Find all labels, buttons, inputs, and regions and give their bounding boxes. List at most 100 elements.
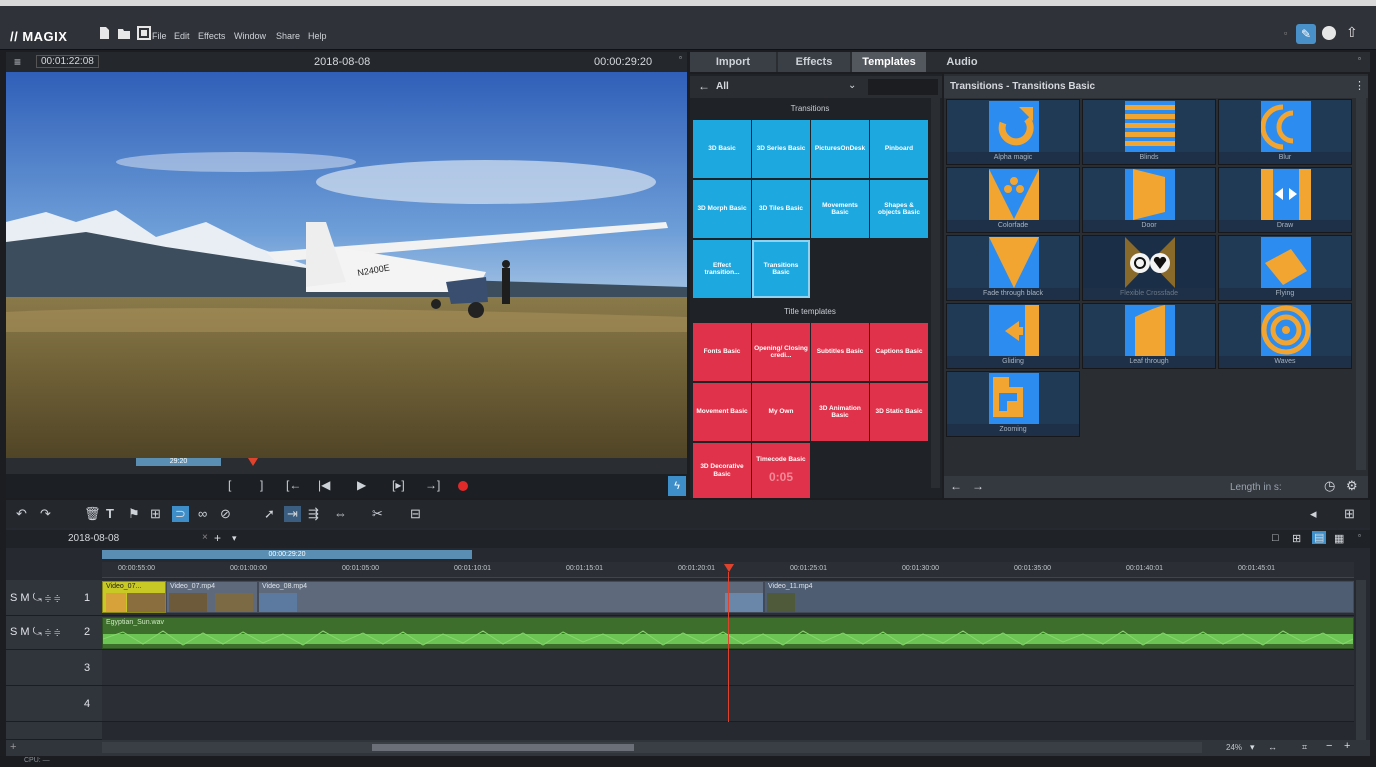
playhead-marker-icon[interactable] bbox=[248, 458, 258, 466]
category-fonts-basic[interactable]: Fonts Basic bbox=[693, 323, 751, 381]
play-range-button[interactable]: [▸] bbox=[392, 478, 405, 492]
volume-icon[interactable]: ◂ bbox=[1310, 506, 1317, 522]
effect-alpha-magic[interactable]: Alpha magic bbox=[946, 99, 1080, 165]
title-icon[interactable]: T bbox=[106, 506, 114, 521]
clip-video-08[interactable]: Video_08.mp4 bbox=[258, 581, 764, 613]
category-3d-static-basic[interactable]: 3D Static Basic bbox=[870, 383, 928, 441]
category-search-input[interactable] bbox=[868, 79, 938, 95]
mouse-mode-icon[interactable]: ✎ bbox=[1296, 24, 1316, 44]
maximize-icon[interactable]: ▫ bbox=[1358, 531, 1361, 540]
cut-icon[interactable]: ✂ bbox=[372, 506, 383, 522]
track-header-4[interactable]: 4 bbox=[6, 686, 102, 722]
category-pinboard[interactable]: Pinboard bbox=[870, 120, 928, 178]
effect-colorfade[interactable]: Colorfade bbox=[946, 167, 1080, 233]
prev-marker-button[interactable]: |◀ bbox=[318, 478, 330, 492]
playhead-line[interactable] bbox=[728, 572, 729, 722]
tab-audio[interactable]: Audio bbox=[928, 52, 996, 72]
small-dot-icon[interactable]: ▫ bbox=[1284, 28, 1287, 38]
pointer-icon[interactable]: ➚ bbox=[264, 506, 275, 522]
effect-flexible-crossfade[interactable]: Flexible Crossfade bbox=[1082, 235, 1216, 301]
tab-templates[interactable]: Templates bbox=[852, 52, 926, 72]
effect-waves[interactable]: Waves bbox=[1218, 303, 1352, 369]
effect-flying[interactable]: Flying bbox=[1218, 235, 1352, 301]
new-file-icon[interactable] bbox=[97, 26, 111, 40]
view-single-icon[interactable]: □ bbox=[1272, 532, 1279, 544]
clip-video-07-a[interactable]: Video_07... bbox=[102, 581, 166, 613]
go-to-in-button[interactable]: [← bbox=[286, 478, 301, 492]
menu-share[interactable]: Share bbox=[276, 31, 300, 41]
menu-help[interactable]: Help bbox=[308, 31, 327, 41]
magnet-icon[interactable]: ⊃ bbox=[172, 506, 189, 522]
chevron-down-icon[interactable]: ▾ bbox=[1250, 742, 1255, 753]
unlink-icon[interactable]: ⊘ bbox=[220, 506, 231, 522]
effect-blinds[interactable]: Blinds bbox=[1082, 99, 1216, 165]
scrub-bar[interactable]: 29:20 bbox=[6, 458, 687, 474]
tab-import[interactable]: Import bbox=[690, 52, 776, 72]
track-header-1[interactable]: S M ⤿ ≑ ≑ 1 bbox=[6, 580, 102, 616]
quick-action-icon[interactable]: ϟ bbox=[668, 476, 686, 496]
category-subtitles-basic[interactable]: Subtitles Basic bbox=[811, 323, 869, 381]
category-3d-decorative-basic[interactable]: 3D Decorative Basic bbox=[693, 443, 751, 498]
snapshot-icon[interactable]: ⊟ bbox=[410, 506, 421, 522]
category-effect-transition[interactable]: Effect transition... bbox=[693, 240, 751, 298]
category-captions-basic[interactable]: Captions Basic bbox=[870, 323, 928, 381]
view-storyboard-icon[interactable]: ▦ bbox=[1334, 532, 1344, 545]
effects-scrollbar[interactable] bbox=[1356, 98, 1366, 470]
record-button[interactable] bbox=[458, 481, 468, 491]
menu-file[interactable]: File bbox=[152, 31, 167, 41]
category-picturesondesk[interactable]: PicturesOnDesk bbox=[811, 120, 869, 178]
effect-fade-through-black[interactable]: Fade through black bbox=[946, 235, 1080, 301]
scrub-range[interactable]: 29:20 bbox=[136, 458, 221, 466]
effect-draw[interactable]: Draw bbox=[1218, 167, 1352, 233]
forward-arrow-icon[interactable]: → bbox=[972, 479, 984, 493]
chevron-down-icon[interactable]: ⌄ bbox=[848, 80, 856, 91]
multi-select-icon[interactable]: ⇶ bbox=[308, 506, 319, 522]
mark-out-button[interactable]: ] bbox=[260, 478, 263, 492]
view-grid-icon[interactable]: ⊞ bbox=[1292, 532, 1301, 545]
record-disc-icon[interactable] bbox=[1322, 26, 1336, 40]
gear-icon[interactable]: ⚙ bbox=[1346, 478, 1358, 494]
tab-effects[interactable]: Effects bbox=[778, 52, 850, 72]
timeline-tab[interactable]: 2018-08-08 bbox=[68, 533, 119, 544]
zoom-in-icon[interactable]: + bbox=[1344, 740, 1350, 752]
mixer-icon[interactable]: ⊞ bbox=[1344, 506, 1355, 522]
horizontal-scrollbar[interactable] bbox=[102, 742, 1202, 753]
add-track-icon[interactable]: + bbox=[10, 741, 16, 753]
category-movement-basic[interactable]: Movement Basic bbox=[693, 383, 751, 441]
zoom-fit-icon[interactable]: ⌗ bbox=[1302, 742, 1307, 753]
track-controls[interactable]: S M ⤿ ≑ ≑ bbox=[10, 592, 60, 605]
range-bar[interactable]: 00:00:29:20 bbox=[102, 550, 472, 559]
redo-icon[interactable]: ↷ bbox=[40, 506, 51, 522]
upload-icon[interactable]: ⇧ bbox=[1346, 24, 1358, 41]
track-controls[interactable]: S M ⤿ ≑ ≑ bbox=[10, 626, 60, 639]
stretch-icon[interactable]: ⇔ bbox=[334, 506, 347, 521]
play-button[interactable]: ▶ bbox=[357, 478, 366, 492]
range-select-icon[interactable]: ⇥ bbox=[284, 506, 301, 522]
effect-zooming[interactable]: Zooming bbox=[946, 371, 1080, 437]
group-icon[interactable]: ⊞ bbox=[150, 506, 161, 522]
effect-door[interactable]: Door bbox=[1082, 167, 1216, 233]
timecode-position[interactable]: 00:01:22:08 bbox=[36, 55, 99, 68]
category-movements-basic[interactable]: Movements Basic bbox=[811, 180, 869, 238]
back-arrow-icon[interactable]: ← bbox=[950, 479, 962, 493]
track-header-2[interactable]: S M ⤿ ≑ ≑ 2 bbox=[6, 616, 102, 650]
menu-effects[interactable]: Effects bbox=[198, 31, 225, 41]
category-3d-morph-basic[interactable]: 3D Morph Basic bbox=[693, 180, 751, 238]
effect-blur[interactable]: Blur bbox=[1218, 99, 1352, 165]
more-options-icon[interactable]: ⋮ bbox=[1354, 79, 1365, 92]
timeline-vertical-scrollbar[interactable] bbox=[1356, 580, 1366, 740]
effect-gliding[interactable]: Gliding bbox=[946, 303, 1080, 369]
category-opening-closing-credits[interactable]: Opening/ Closing credi... bbox=[752, 323, 810, 381]
go-to-out-button[interactable]: →] bbox=[425, 478, 440, 492]
category-3d-tiles-basic[interactable]: 3D Tiles Basic bbox=[752, 180, 810, 238]
category-shapes-objects-basic[interactable]: Shapes & objects Basic bbox=[870, 180, 928, 238]
category-my-own[interactable]: My Own bbox=[752, 383, 810, 441]
category-transitions-basic[interactable]: Transitions Basic bbox=[752, 240, 810, 298]
back-arrow-icon[interactable]: ← bbox=[698, 79, 710, 93]
category-timecode-basic[interactable]: Timecode Basic 0:05 bbox=[752, 443, 810, 498]
link-icon[interactable]: ∞ bbox=[198, 506, 207, 521]
menu-edit[interactable]: Edit bbox=[174, 31, 190, 41]
clock-icon[interactable]: ◷ bbox=[1324, 478, 1335, 494]
clip-video-07[interactable]: Video_07.mp4 bbox=[166, 581, 258, 613]
playhead-marker-icon[interactable] bbox=[724, 564, 734, 572]
